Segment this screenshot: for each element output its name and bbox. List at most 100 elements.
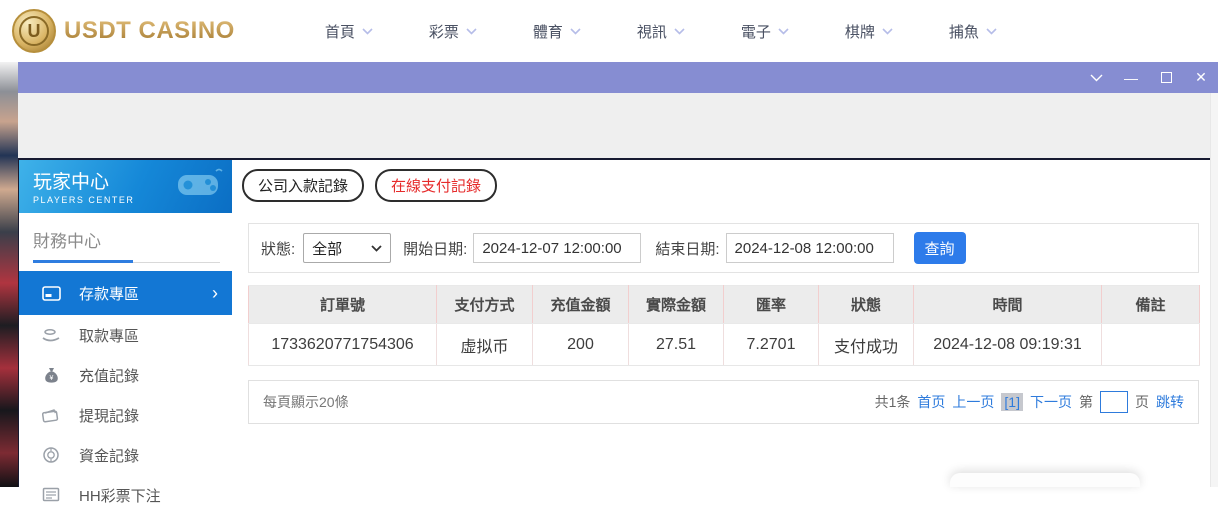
sidebar-item-label: 資金記錄 (79, 445, 139, 466)
cell-payment-method: 虚拟币 (437, 324, 533, 366)
gamepad-icon (172, 167, 224, 201)
section-divider (33, 260, 220, 263)
next-page-link[interactable]: 下一页 (1030, 392, 1072, 412)
chevron-down-icon (882, 28, 893, 35)
floating-widget-card[interactable] (950, 473, 1140, 487)
page-size-text: 每頁顯示20條 (263, 392, 349, 412)
chevron-down-icon (362, 28, 373, 35)
col-exchange-rate: 匯率 (724, 286, 819, 324)
jump-suffix-label: 页 (1135, 392, 1149, 412)
col-recharge-amount: 充值金額 (533, 286, 629, 324)
col-time: 時間 (914, 286, 1102, 324)
sidebar-item-withdrawal-records[interactable]: 提現記錄 (19, 395, 232, 435)
logo-text: USDT CASINO (64, 17, 235, 45)
cell-exchange-rate: 7.2701 (724, 324, 819, 366)
end-date-input[interactable] (726, 233, 894, 263)
window-controls: — ✕ (1089, 71, 1208, 85)
chevron-down-icon (674, 28, 685, 35)
col-remarks: 備註 (1102, 286, 1200, 324)
col-order-number: 訂單號 (249, 286, 437, 324)
col-payment-method: 支付方式 (437, 286, 533, 324)
logo-coin-icon: U (12, 9, 56, 53)
col-status: 狀態 (819, 286, 914, 324)
jump-button[interactable]: 跳转 (1156, 392, 1184, 412)
sidebar-item-hh-lottery-bets[interactable]: HH彩票下注 (19, 475, 232, 515)
col-actual-amount: 實際金額 (629, 286, 724, 324)
cell-recharge-amount: 200 (533, 324, 629, 366)
deposit-card-icon (41, 283, 61, 303)
sidebar-item-label: 取款專區 (79, 325, 139, 346)
start-date-label: 開始日期: (403, 238, 467, 259)
status-label: 狀態: (261, 238, 295, 259)
sidebar: 玩家中心 PLAYERS CENTER 財務中心 存款專區 › (19, 160, 232, 487)
nav-menu: 首頁 彩票 體育 視訊 電子 棋牌 捕魚 (297, 21, 1025, 42)
moneybag-icon: ¥ (41, 365, 61, 385)
withdraw-hand-icon (41, 325, 61, 345)
chevron-down-icon (371, 245, 382, 252)
cell-status: 支付成功 (819, 324, 914, 366)
total-count-text: 共1条 (875, 392, 911, 412)
chevron-right-icon: › (212, 284, 218, 302)
record-tabs: 公司入款記錄 在線支付記錄 (242, 169, 1218, 202)
sidebar-item-label: 存款專區 (79, 283, 139, 304)
window-maximize-icon[interactable] (1159, 71, 1173, 85)
window-minimize-icon[interactable]: — (1124, 71, 1138, 85)
lottery-list-icon (41, 485, 61, 505)
sidebar-item-label: HH彩票下注 (79, 485, 161, 506)
nav-item-cards[interactable]: 棋牌 (817, 21, 921, 42)
nav-item-live[interactable]: 視訊 (609, 21, 713, 42)
start-date-input[interactable] (473, 233, 641, 263)
svg-text:¥: ¥ (49, 375, 53, 382)
top-navbar: U USDT CASINO 首頁 彩票 體育 視訊 電子 棋牌 捕魚 (0, 0, 1218, 62)
nav-item-slots[interactable]: 電子 (713, 21, 817, 42)
status-select[interactable]: 全部 (303, 233, 391, 263)
chevron-down-icon (466, 28, 477, 35)
sidebar-item-fund-records[interactable]: 資金記錄 (19, 435, 232, 475)
chevron-down-icon (986, 28, 997, 35)
cell-actual-amount: 27.51 (629, 324, 724, 366)
sidebar-item-label: 充值記錄 (79, 365, 139, 386)
funds-icon (41, 445, 61, 465)
page-jump-input[interactable] (1100, 391, 1128, 413)
cell-remarks (1102, 324, 1200, 366)
site-logo[interactable]: U USDT CASINO (12, 9, 235, 53)
nav-item-lottery[interactable]: 彩票 (401, 21, 505, 42)
table-row: 1733620771754306 虚拟币 200 27.51 7.2701 支付… (249, 324, 1200, 366)
payment-records-table: 訂單號 支付方式 充值金額 實際金額 匯率 狀態 時間 備註 173362077… (248, 285, 1200, 366)
cell-order-number: 1733620771754306 (249, 324, 437, 366)
window-collapse-icon[interactable] (1089, 71, 1103, 85)
sidebar-header: 玩家中心 PLAYERS CENTER (19, 160, 232, 213)
end-date-label: 結束日期: (655, 238, 719, 259)
jump-prefix-label: 第 (1079, 392, 1093, 412)
sidebar-item-withdraw[interactable]: 取款專區 (19, 315, 232, 355)
sidebar-item-recharge-records[interactable]: ¥ 充值記錄 (19, 355, 232, 395)
table-header-row: 訂單號 支付方式 充值金額 實際金額 匯率 狀態 時間 備註 (249, 286, 1200, 324)
chevron-down-icon (570, 28, 581, 35)
wallet-icon (41, 405, 61, 425)
current-page-badge: [1] (1001, 393, 1023, 411)
filter-bar: 狀態: 全部 開始日期: 結束日期: 查詢 (248, 223, 1199, 273)
first-page-link[interactable]: 首页 (917, 392, 945, 412)
window-titlebar: — ✕ (18, 62, 1218, 93)
window-close-icon[interactable]: ✕ (1194, 71, 1208, 85)
sidebar-item-label: 提現記錄 (79, 405, 139, 426)
background-photo (0, 62, 19, 487)
search-button[interactable]: 查詢 (914, 232, 966, 264)
sidebar-item-deposit[interactable]: 存款專區 › (19, 271, 232, 315)
chevron-down-icon (778, 28, 789, 35)
nav-item-sports[interactable]: 體育 (505, 21, 609, 42)
window-scrollbar[interactable] (1210, 93, 1218, 487)
prev-page-link[interactable]: 上一页 (952, 392, 994, 412)
nav-item-home[interactable]: 首頁 (297, 21, 401, 42)
pagination-bar: 每頁顯示20條 共1条 首页 上一页 [1] 下一页 第 页 跳转 (248, 380, 1199, 424)
content-frame: 玩家中心 PLAYERS CENTER 財務中心 存款專區 › (18, 158, 1218, 487)
sidebar-section-title: 財務中心 (33, 227, 232, 252)
tab-online-payment-records[interactable]: 在線支付記錄 (375, 169, 497, 202)
nav-item-fishing[interactable]: 捕魚 (921, 21, 1025, 42)
tab-company-deposit-records[interactable]: 公司入款記錄 (242, 169, 364, 202)
cell-time: 2024-12-08 09:19:31 (914, 324, 1102, 366)
pagination-controls: 共1条 首页 上一页 [1] 下一页 第 页 跳转 (875, 391, 1184, 413)
main-content: 公司入款記錄 在線支付記錄 狀態: 全部 開始日期: 結束日期: 查詢 (232, 160, 1218, 487)
window-gray-band (18, 93, 1218, 158)
player-center-window: — ✕ 玩家中心 PLAYERS CENTER 財務中心 (18, 62, 1218, 487)
